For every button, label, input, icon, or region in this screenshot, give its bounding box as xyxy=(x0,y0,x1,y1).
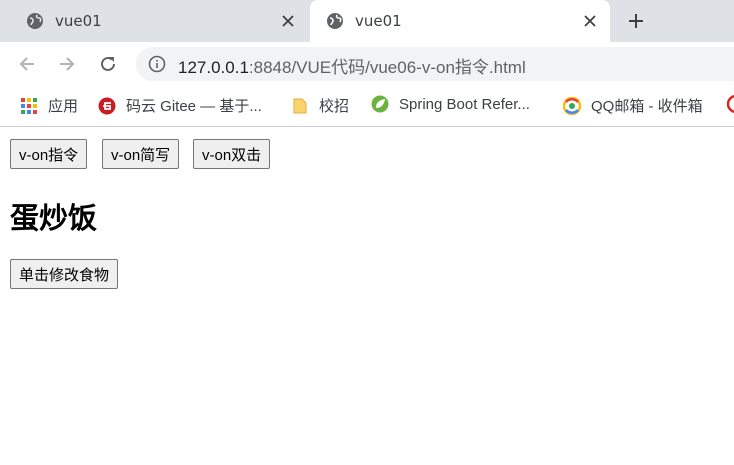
bookmark-overflow[interactable] xyxy=(727,95,734,113)
browser-toolbar: 127.0.0.1:8848/VUE代码/vue06-v-on指令.html xyxy=(0,42,734,86)
tab-title: vue01 xyxy=(55,12,102,30)
plus-icon xyxy=(629,14,643,28)
bookmark-apps[interactable]: 应用 xyxy=(20,95,78,116)
url-host: 127.0.0.1 xyxy=(178,58,249,77)
bookmark-label: 应用 xyxy=(48,98,79,115)
tab-title: vue01 xyxy=(355,12,402,30)
page-content: v-on指令 v-on简写 v-on双击 蛋炒饭 单击修改食物 xyxy=(0,127,734,465)
bookmark-gitee[interactable]: 码云 Gitee — 基于... xyxy=(98,95,262,116)
bookmark-label: QQ邮箱 - 收件箱 xyxy=(591,98,703,115)
bookmark-spring[interactable]: Spring Boot Refer... xyxy=(371,95,530,113)
spring-leaf-icon xyxy=(371,95,389,113)
food-heading: 蛋炒饭 xyxy=(10,201,98,235)
forward-button[interactable] xyxy=(55,52,79,76)
bookmark-label: Spring Boot Refer... xyxy=(399,95,530,113)
apps-grid-icon xyxy=(21,97,37,114)
v-on-directive-button[interactable]: v-on指令 xyxy=(10,139,88,169)
gitee-icon xyxy=(98,97,116,114)
bookmark-qqmail[interactable]: QQ邮箱 - 收件箱 xyxy=(563,95,703,116)
info-icon[interactable] xyxy=(148,55,166,73)
arrow-left-icon xyxy=(19,57,34,71)
tab-strip: vue01 vue01 xyxy=(0,0,734,42)
arrow-right-icon xyxy=(60,57,75,71)
globe-icon xyxy=(327,13,343,29)
bookmark-label: 码云 Gitee — 基于... xyxy=(126,98,262,115)
close-tab-icon[interactable] xyxy=(278,11,298,31)
reload-button[interactable] xyxy=(96,52,120,76)
v-on-dblclick-button[interactable]: v-on双击 xyxy=(193,139,271,169)
tab-inactive[interactable]: vue01 xyxy=(0,0,308,42)
tab-active[interactable]: vue01 xyxy=(310,0,610,42)
folder-icon xyxy=(293,98,307,113)
address-bar[interactable]: 127.0.0.1:8848/VUE代码/vue06-v-on指令.html xyxy=(136,47,734,81)
back-button[interactable] xyxy=(15,52,39,76)
v-on-shorthand-button[interactable]: v-on简写 xyxy=(102,139,180,169)
bookmark-xiaozhao[interactable]: 校招 xyxy=(291,95,349,116)
qq-mail-icon xyxy=(563,96,581,115)
url-text[interactable]: 127.0.0.1:8848/VUE代码/vue06-v-on指令.html xyxy=(178,53,526,78)
partial-icon xyxy=(727,95,734,113)
bookmark-label: 校招 xyxy=(319,98,350,115)
new-tab-button[interactable] xyxy=(624,9,648,33)
globe-icon xyxy=(27,13,43,29)
close-tab-icon[interactable] xyxy=(580,11,600,31)
url-path: :8848/VUE代码/vue06-v-on指令.html xyxy=(248,58,526,77)
bookmarks-bar: 应用 码云 Gitee — 基于... 校招 Spring Boot Refer… xyxy=(0,86,734,127)
reload-icon xyxy=(101,56,115,71)
change-food-button[interactable]: 单击修改食物 xyxy=(10,259,119,289)
